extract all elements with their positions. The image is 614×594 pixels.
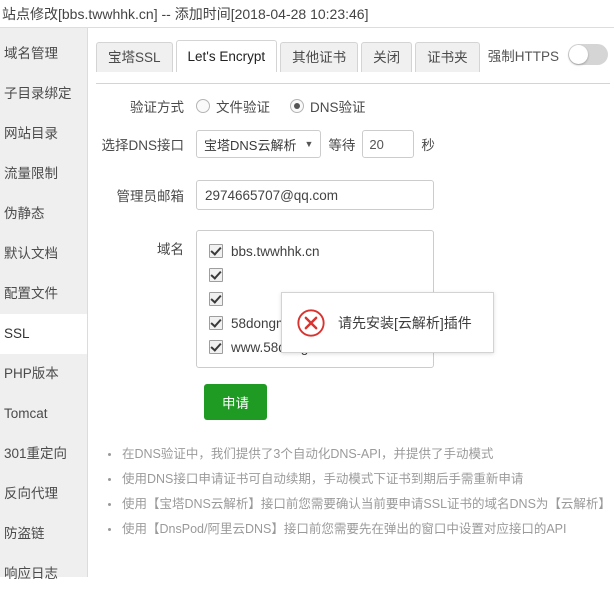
error-popup-message: 请先安装[云解析]插件 [338, 314, 472, 331]
sidebar-item-tomcat[interactable]: Tomcat [0, 394, 87, 434]
sidebar-item-301-redirect[interactable]: 301重定向 [0, 434, 87, 474]
tab-other-certificate[interactable]: 其他证书 [280, 42, 359, 72]
radio-dns-verification[interactable]: DNS验证 [290, 96, 366, 116]
note-item: 使用【宝塔DNS云解析】接口前您需要确认当前要申请SSL证书的域名DNS为【云解… [106, 492, 614, 517]
radio-file-verification-label: 文件验证 [216, 100, 270, 115]
sidebar-item-php-version[interactable]: PHP版本 [0, 354, 87, 394]
sidebar-item-domain-management[interactable]: 域名管理 [0, 34, 87, 74]
apply-button-row: 申请 [204, 384, 614, 420]
sidebar-item-subdirectory-binding[interactable]: 子目录绑定 [0, 74, 87, 114]
wait-label: 等待 [328, 138, 356, 153]
sidebar-item-anti-leech[interactable]: 防盗链 [0, 514, 87, 554]
window-title: 站点修改[bbs.twwhhk.cn] -- 添加时间[2018-04-28 1… [2, 6, 369, 22]
tab-bt-ssl[interactable]: 宝塔SSL [96, 42, 173, 72]
checkbox-icon[interactable] [209, 244, 223, 258]
list-item[interactable]: bbs.twwhhk.cn [197, 239, 433, 263]
tab-bar-underline [96, 83, 610, 84]
error-popup: 请先安装[云解析]插件 [281, 292, 494, 353]
checkbox-icon[interactable] [209, 268, 223, 282]
note-item: 使用【DnsPod/阿里云DNS】接口前您需要先在弹出的窗口中设置对应接口的AP… [106, 517, 614, 542]
sidebar-item-default-document[interactable]: 默认文档 [0, 234, 87, 274]
checkbox-icon[interactable] [209, 292, 223, 306]
dns-interface-row: 选择DNS接口 宝塔DNS云解析 ▼ 等待 秒 [96, 130, 614, 158]
sidebar-item-response-log[interactable]: 响应日志 [0, 554, 87, 594]
sidebar: 域名管理 子目录绑定 网站目录 流量限制 伪静态 默认文档 配置文件 SSL P… [0, 28, 88, 581]
tab-bar: 宝塔SSL Let's Encrypt 其他证书 关闭 证书夹 强制HTTPS [96, 40, 614, 84]
checkbox-icon[interactable] [209, 316, 223, 330]
sidebar-item-site-directory[interactable]: 网站目录 [0, 114, 87, 154]
sidebar-item-rewrite[interactable]: 伪静态 [0, 194, 87, 234]
tab-close[interactable]: 关闭 [361, 42, 413, 72]
tab-list: 宝塔SSL Let's Encrypt 其他证书 关闭 证书夹 [96, 40, 610, 72]
apply-button[interactable]: 申请 [204, 384, 267, 420]
verify-method-row: 验证方式 文件验证 DNS验证 [96, 96, 614, 116]
sidebar-item-traffic-limit[interactable]: 流量限制 [0, 154, 87, 194]
radio-circle-selected-icon [290, 99, 304, 113]
admin-email-input[interactable] [196, 180, 434, 210]
note-item: 在DNS验证中，我们提供了3个自动化DNS-API，并提供了手动模式 [106, 442, 614, 467]
verify-method-label: 验证方式 [130, 100, 184, 115]
note-item: 使用DNS接口申请证书可自动续期，手动模式下证书到期后手需重新申请 [106, 467, 614, 492]
radio-circle-icon [196, 99, 210, 113]
admin-email-label: 管理员邮箱 [116, 189, 185, 204]
admin-email-row: 管理员邮箱 [96, 180, 614, 210]
page-body: 域名管理 子目录绑定 网站目录 流量限制 伪静态 默认文档 配置文件 SSL P… [0, 28, 614, 581]
main-panel: 宝塔SSL Let's Encrypt 其他证书 关闭 证书夹 强制HTTPS … [88, 28, 614, 577]
sidebar-item-config-file[interactable]: 配置文件 [0, 274, 87, 314]
tab-lets-encrypt[interactable]: Let's Encrypt [175, 40, 278, 72]
chevron-down-icon: ▼ [304, 139, 314, 149]
domain-name: bbs.twwhhk.cn [231, 243, 320, 259]
tab-certificate-folder[interactable]: 证书夹 [415, 42, 480, 72]
window-title-bar: 站点修改[bbs.twwhhk.cn] -- 添加时间[2018-04-28 1… [0, 0, 614, 28]
dns-interface-select[interactable]: 宝塔DNS云解析 ▼ [196, 130, 322, 158]
error-circle-x-icon [297, 308, 325, 337]
notes-list: 在DNS验证中，我们提供了3个自动化DNS-API，并提供了手动模式 使用DNS… [106, 442, 614, 542]
list-item[interactable] [197, 263, 433, 287]
dns-interface-value: 宝塔DNS云解析 [204, 137, 297, 153]
radio-file-verification[interactable]: 文件验证 [196, 96, 270, 116]
seconds-unit-label: 秒 [421, 138, 435, 153]
wait-seconds-input[interactable] [362, 130, 415, 158]
dns-interface-label: 选择DNS接口 [101, 138, 184, 153]
checkbox-icon[interactable] [209, 340, 223, 354]
radio-dns-verification-label: DNS验证 [310, 100, 366, 115]
domain-list-label: 域名 [157, 242, 184, 257]
sidebar-item-reverse-proxy[interactable]: 反向代理 [0, 474, 87, 514]
sidebar-item-ssl[interactable]: SSL [0, 314, 87, 354]
